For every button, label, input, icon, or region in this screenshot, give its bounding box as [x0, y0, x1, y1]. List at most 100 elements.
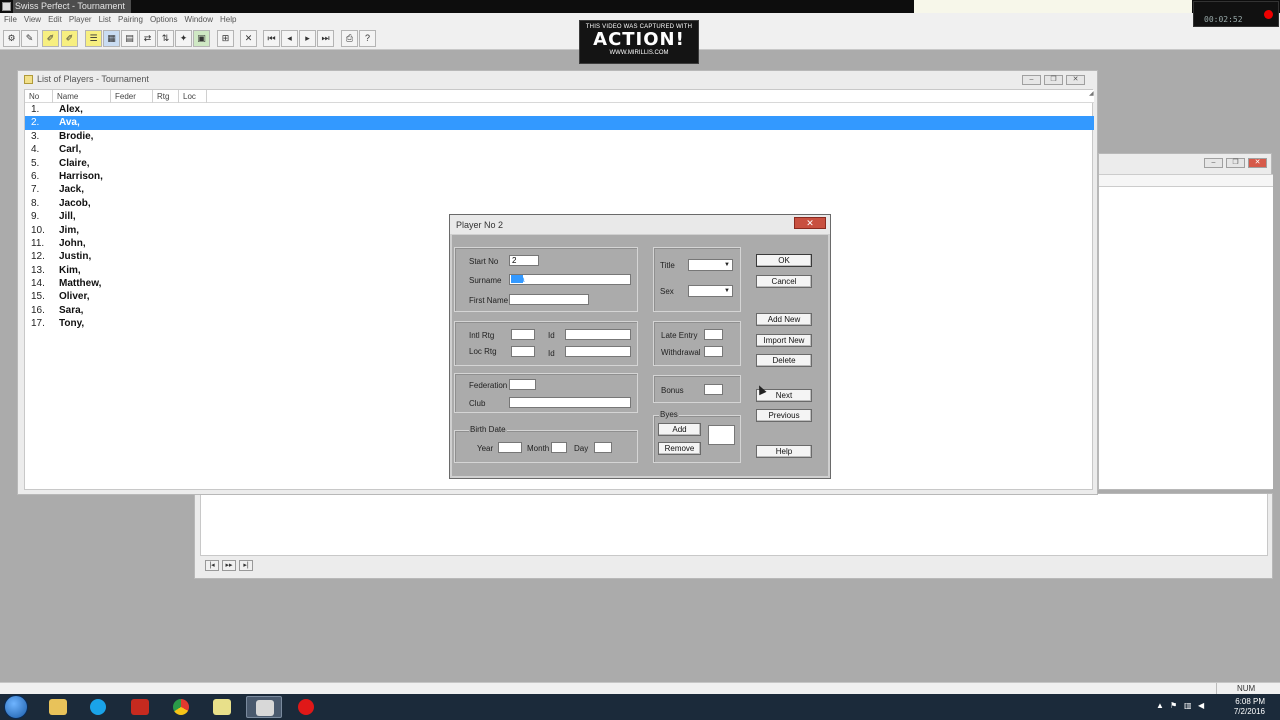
cancel-button[interactable]: Cancel	[756, 275, 812, 288]
byes-add-button[interactable]: Add	[658, 423, 701, 436]
close-icon[interactable]: ✕	[1248, 158, 1267, 168]
menu-help[interactable]: Help	[218, 13, 241, 27]
bonus-field[interactable]	[704, 384, 723, 395]
show-hidden-icons-icon[interactable]: ▲	[1156, 701, 1165, 711]
table-row[interactable]: 7. Jack,	[25, 183, 1094, 196]
table-row[interactable]: 5. Claire,	[25, 157, 1094, 170]
loc-id-field[interactable]	[565, 346, 631, 357]
menu-window[interactable]: Window	[183, 13, 218, 27]
next-page-icon[interactable]: ▸▸	[222, 560, 236, 571]
first-record-icon[interactable]: ⏮	[263, 30, 280, 47]
clock-time[interactable]: 6:08 PM	[1235, 697, 1265, 706]
taskbar-skype[interactable]	[80, 696, 116, 718]
pairing-icon[interactable]: ⇄	[139, 30, 156, 47]
table-row[interactable]: 8. Jacob,	[25, 197, 1094, 210]
volume-icon[interactable]: ◀	[1198, 701, 1207, 711]
year-field[interactable]	[498, 442, 522, 453]
help-button[interactable]: Help	[756, 445, 812, 458]
results-icon[interactable]: ▣	[193, 30, 210, 47]
player-number: 1.	[31, 104, 40, 115]
last-record-icon[interactable]: ⏭	[317, 30, 334, 47]
record-icon	[298, 699, 314, 715]
player-number: 12.	[31, 251, 45, 263]
swap-icon[interactable]: ⇅	[157, 30, 174, 47]
column-header-rtg[interactable]: Rtg	[153, 90, 179, 103]
byes-remove-button[interactable]: Remove	[658, 442, 701, 455]
start-button-icon[interactable]	[4, 695, 28, 719]
clock-date[interactable]: 7/2/2016	[1234, 707, 1265, 716]
player-number: 6.	[31, 170, 40, 182]
taskbar-chrome[interactable]	[163, 696, 199, 718]
menu-view[interactable]: View	[22, 13, 46, 27]
grid-icon[interactable]: ▤	[121, 30, 138, 47]
restore-icon[interactable]: ❐	[1044, 75, 1063, 85]
first-page-icon[interactable]: |◂	[205, 560, 219, 571]
column-header-feder[interactable]: Feder	[111, 90, 153, 103]
previous-button[interactable]: Previous	[756, 409, 812, 422]
menu-list[interactable]: List	[97, 13, 116, 27]
open-icon[interactable]: ✎	[21, 30, 38, 47]
column-header-loc[interactable]: Loc	[179, 90, 207, 103]
menu-player[interactable]: Player	[67, 13, 97, 27]
minimize-icon[interactable]: –	[1022, 75, 1041, 85]
statusbar: NUM	[0, 682, 1280, 694]
menu-pairing[interactable]: Pairing	[116, 13, 148, 27]
table-row[interactable]: 1. Alex,	[25, 103, 1094, 116]
restore-icon[interactable]: ❐	[1226, 158, 1245, 168]
surname-field[interactable]: Ava	[509, 274, 631, 285]
delete-button[interactable]: Delete	[756, 354, 812, 367]
print-icon[interactable]: ⎙	[341, 30, 358, 47]
edit-player-icon[interactable]: ✐	[61, 30, 78, 47]
dialog-close-icon[interactable]: ✕	[794, 217, 826, 229]
menu-edit[interactable]: Edit	[46, 13, 67, 27]
club-field[interactable]	[509, 397, 631, 408]
previous-record-icon[interactable]: ◂	[281, 30, 298, 47]
delete-icon[interactable]: ✕	[240, 30, 257, 47]
table-row[interactable]: 6. Harrison,	[25, 170, 1094, 183]
surname-value-selected: Ava	[511, 275, 525, 284]
close-icon[interactable]: ✕	[1066, 75, 1085, 85]
taskbar-swiss-perfect[interactable]	[246, 696, 282, 718]
day-field[interactable]	[594, 442, 612, 453]
table-row[interactable]: 2. Ava,	[25, 116, 1094, 130]
intl-rtg-field[interactable]	[511, 329, 535, 340]
loc-rtg-field[interactable]	[511, 346, 535, 357]
taskbar-notes[interactable]	[204, 696, 240, 718]
list-icon[interactable]: ☰	[85, 30, 102, 47]
intl-id-field[interactable]	[565, 329, 631, 340]
start-no-field[interactable]: 2	[509, 255, 539, 266]
title-select[interactable]: ▼	[688, 259, 733, 271]
federation-field[interactable]	[509, 379, 536, 390]
withdrawal-field[interactable]	[704, 346, 723, 357]
network-icon[interactable]: ▥	[1184, 701, 1193, 711]
menu-options[interactable]: Options	[148, 13, 183, 27]
table-icon[interactable]: ▦	[103, 30, 120, 47]
table-row[interactable]: 4. Carl,	[25, 143, 1094, 156]
help-icon[interactable]: ?	[359, 30, 376, 47]
ok-button[interactable]: OK	[756, 254, 812, 267]
crosstable-icon[interactable]: ⊞	[217, 30, 234, 47]
round-icon[interactable]: ✦	[175, 30, 192, 47]
table-row[interactable]: 3. Brodie,	[25, 130, 1094, 143]
pencil-icon[interactable]: ✐	[42, 30, 59, 47]
taskbar-explorer[interactable]	[40, 696, 76, 718]
birth-date-label: Birth Date	[469, 425, 507, 434]
taskbar-recorder[interactable]	[288, 696, 324, 718]
sex-select[interactable]: ▼	[688, 285, 733, 297]
last-page-icon[interactable]: ▸|	[239, 560, 253, 571]
flag-icon[interactable]: ⚑	[1170, 701, 1179, 711]
new-tournament-icon[interactable]: ⚙	[3, 30, 20, 47]
column-header-no[interactable]: No	[25, 90, 53, 103]
next-record-icon[interactable]: ▸	[299, 30, 316, 47]
import-new-button[interactable]: Import New	[756, 334, 812, 347]
first-name-field[interactable]	[509, 294, 589, 305]
menu-file[interactable]: File	[2, 13, 22, 27]
bonus-label: Bonus	[661, 386, 684, 395]
month-field[interactable]	[551, 442, 567, 453]
add-new-button[interactable]: Add New	[756, 313, 812, 326]
byes-list[interactable]	[708, 425, 735, 445]
late-entry-field[interactable]	[704, 329, 723, 340]
taskbar-acrobat[interactable]	[122, 696, 158, 718]
column-header-name[interactable]: Name	[53, 90, 111, 103]
minimize-icon[interactable]: –	[1204, 158, 1223, 168]
